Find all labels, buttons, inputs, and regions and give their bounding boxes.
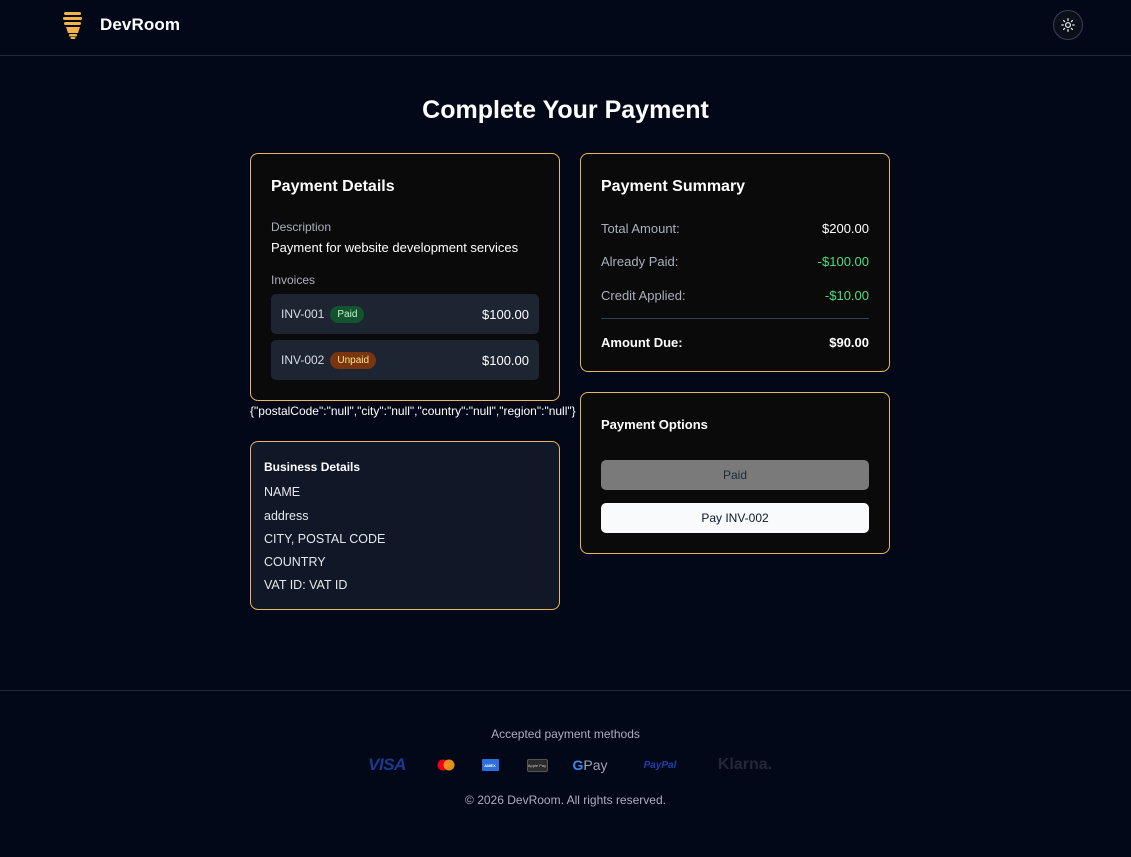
invoice-row: INV-001 Paid $100.00 <box>271 294 539 334</box>
description-label: Description <box>271 220 332 234</box>
debug-address-json: {"postalCode":"null","city":"null","coun… <box>250 404 576 418</box>
mastercard-icon <box>436 752 456 778</box>
amex-icon: AMEX <box>481 752 499 778</box>
total-amount-label: Total Amount: <box>601 221 680 236</box>
invoices-label: Invoices <box>271 273 316 287</box>
klarna-icon: Klarna. <box>717 756 773 773</box>
visa-icon: VISA <box>368 755 406 774</box>
invoice-id: INV-001 <box>281 307 325 321</box>
status-badge: Unpaid <box>330 351 377 369</box>
invoice-id: INV-002 <box>281 353 325 367</box>
summary-row-credit: Credit Applied: -$10.00 <box>601 288 869 303</box>
already-paid-label: Already Paid: <box>601 254 679 269</box>
payment-options-card: Payment Options Paid Pay INV-002 <box>580 392 890 554</box>
payment-details-card: Payment Details Description Payment for … <box>250 153 560 401</box>
total-amount-value: $200.00 <box>822 221 869 236</box>
amount-due-label: Amount Due: <box>601 335 683 350</box>
payment-methods-row: VISA AMEX Apple Pay G Pay PayPal Klarna. <box>0 752 1131 778</box>
sun-icon <box>1061 18 1075 32</box>
business-details-card: Business Details NAME address CITY, POST… <box>250 441 560 610</box>
invoice-amount: $100.00 <box>482 352 529 368</box>
page-title: Complete Your Payment <box>422 96 709 124</box>
accepted-methods-label: Accepted payment methods <box>491 727 640 741</box>
business-vat: VAT ID: VAT ID <box>264 578 348 592</box>
paypal-icon: PayPal <box>643 759 677 771</box>
summary-row-due: Amount Due: $90.00 <box>601 335 869 350</box>
business-country: COUNTRY <box>264 555 326 569</box>
amount-due-value: $90.00 <box>829 335 869 350</box>
lightbulb-icon <box>63 12 82 39</box>
business-address: address <box>264 509 309 523</box>
business-city-postal: CITY, POSTAL CODE <box>264 532 386 546</box>
payment-summary-title: Payment Summary <box>601 178 746 195</box>
business-details-title: Business Details <box>264 460 361 474</box>
already-paid-value: -$100.00 <box>817 254 869 269</box>
summary-row-paid: Already Paid: -$100.00 <box>601 254 869 269</box>
theme-toggle-button[interactable] <box>1053 10 1083 40</box>
business-name: NAME <box>264 485 301 499</box>
pay-invoice-button[interactable]: Pay INV-002 <box>601 503 869 533</box>
payment-options-title: Payment Options <box>601 417 708 432</box>
apple-pay-icon: Apple Pay <box>526 752 548 778</box>
payment-details-title: Payment Details <box>271 178 395 195</box>
summary-divider <box>601 318 869 319</box>
summary-row-total: Total Amount: $200.00 <box>601 221 869 236</box>
app-header: DevRoom <box>0 0 1131 56</box>
copyright: © 2026 DevRoom. All rights reserved. <box>465 793 666 807</box>
status-badge: Paid <box>330 305 365 323</box>
payment-summary-card: Payment Summary Total Amount: $200.00 Al… <box>580 153 890 372</box>
brand[interactable]: DevRoom <box>61 10 180 40</box>
credit-applied-value: -$10.00 <box>824 288 869 303</box>
invoice-amount: $100.00 <box>482 306 529 322</box>
paid-button[interactable]: Paid <box>601 460 869 490</box>
credit-applied-label: Credit Applied: <box>601 288 686 303</box>
google-pay-icon: G Pay <box>572 757 608 773</box>
invoice-row: INV-002 Unpaid $100.00 <box>271 340 539 380</box>
footer: Accepted payment methods VISA AMEX Apple… <box>0 690 1131 857</box>
brand-name: DevRoom <box>100 15 181 34</box>
description-text: Payment for website development services <box>271 240 519 255</box>
